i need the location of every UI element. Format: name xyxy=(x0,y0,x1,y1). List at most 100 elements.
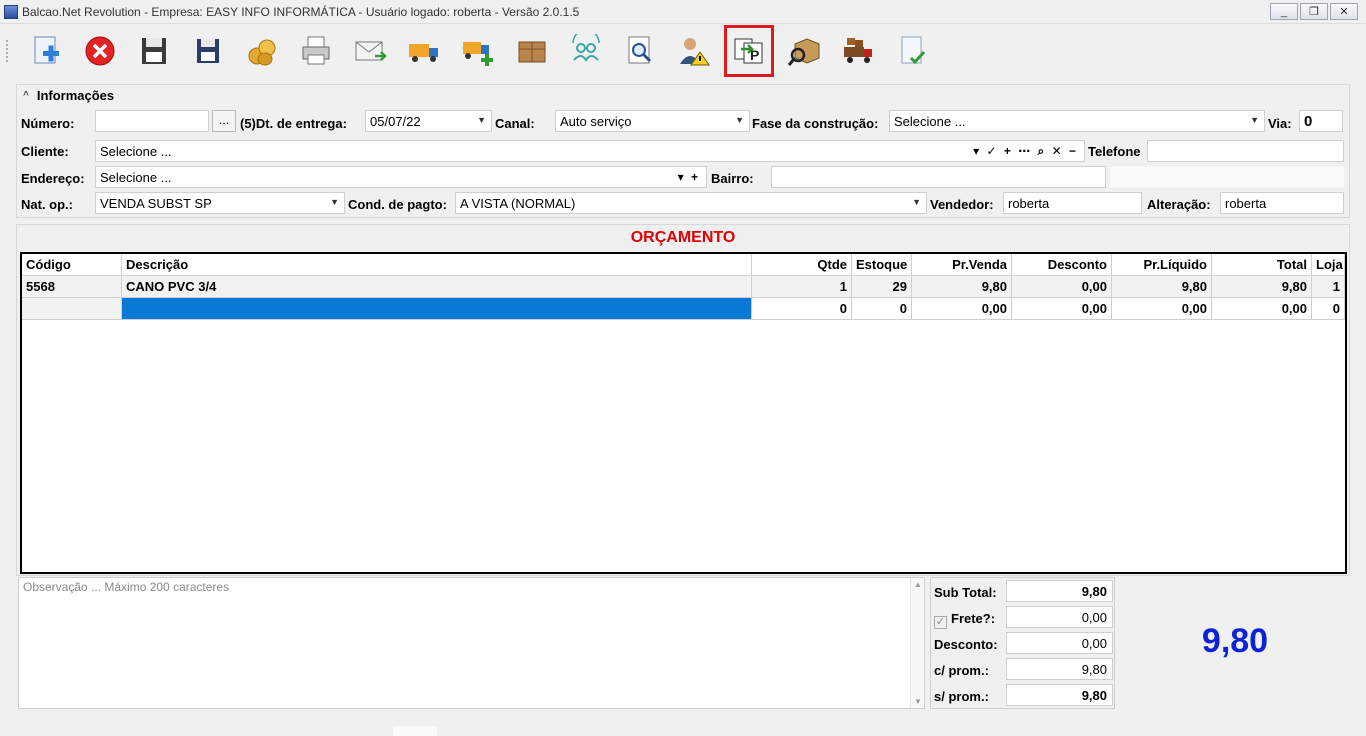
cell-prliquido[interactable]: 9,80 xyxy=(1112,276,1212,298)
chevron-down-icon[interactable]: ▼ xyxy=(477,115,486,125)
users-sync-button[interactable] xyxy=(562,27,610,75)
cell-qtde[interactable]: 1 xyxy=(752,276,852,298)
truck-add-button[interactable] xyxy=(454,27,502,75)
cell-codigo[interactable] xyxy=(22,298,122,320)
observacao-scrollbar[interactable]: ▲ ▼ xyxy=(910,578,924,708)
chevron-down-icon[interactable]: ▼ xyxy=(330,197,339,207)
boxes-button[interactable] xyxy=(508,27,556,75)
delivery-truck-button[interactable] xyxy=(834,27,882,75)
email-button[interactable] xyxy=(346,27,394,75)
via-input[interactable]: 0 xyxy=(1299,110,1343,132)
column-header-prvenda[interactable]: Pr.Venda xyxy=(912,254,1012,276)
document-search-button[interactable] xyxy=(616,27,664,75)
cprom-value: 9,80 xyxy=(1006,658,1113,680)
new-button[interactable] xyxy=(22,27,70,75)
cell-codigo[interactable]: 5568 xyxy=(22,276,122,298)
numero-label: Número: xyxy=(21,116,75,131)
cell-total[interactable]: 0,00 xyxy=(1212,298,1312,320)
scroll-up-icon[interactable]: ▲ xyxy=(914,580,922,589)
numero-input[interactable] xyxy=(95,110,209,132)
alteracao-input[interactable]: roberta xyxy=(1220,192,1344,214)
cell-descricao-editing[interactable] xyxy=(122,298,752,320)
endereco-action-icons[interactable]: ▾ + xyxy=(678,170,700,184)
status-bar xyxy=(0,716,1366,736)
natop-select[interactable]: VENDA SUBST SP ▼ xyxy=(95,192,345,214)
grand-total: 9,80 xyxy=(1201,622,1269,660)
table-row[interactable]: 0 0 0,00 0,00 0,00 0,00 0 xyxy=(22,298,1345,320)
cell-desconto[interactable]: 0,00 xyxy=(1012,298,1112,320)
cell-desconto[interactable]: 0,00 xyxy=(1012,276,1112,298)
numero-lookup-button[interactable]: ... xyxy=(212,110,236,132)
cell-total[interactable]: 9,80 xyxy=(1212,276,1312,298)
scroll-down-icon[interactable]: ▼ xyxy=(914,697,922,706)
minimize-button[interactable]: _ xyxy=(1270,3,1298,20)
cell-prliquido[interactable]: 0,00 xyxy=(1112,298,1212,320)
document-check-button[interactable] xyxy=(888,27,936,75)
maximize-button[interactable]: ❐ xyxy=(1300,3,1328,20)
via-label: Via: xyxy=(1268,116,1292,131)
table-row[interactable]: 5568 CANO PVC 3/4 1 29 9,80 0,00 9,80 9,… xyxy=(22,276,1345,298)
cancel-button[interactable] xyxy=(76,27,124,75)
cell-descricao[interactable]: CANO PVC 3/4 xyxy=(122,276,752,298)
items-grid[interactable]: Código Descrição Qtde Estoque Pr.Venda D… xyxy=(20,252,1347,574)
endereco-value: Selecione ... xyxy=(100,170,172,185)
chevron-up-icon[interactable]: ^ xyxy=(23,90,29,101)
package-search-icon xyxy=(787,38,820,66)
toolbar-grip[interactable] xyxy=(6,40,10,62)
cell-loja[interactable]: 0 xyxy=(1312,298,1345,320)
cliente-select[interactable]: Selecione ... ▾ ✓ + ⋯ ⌕ ✕ − xyxy=(95,140,1085,162)
save-button[interactable] xyxy=(130,27,178,75)
chevron-down-icon[interactable]: ▼ xyxy=(1250,115,1259,125)
info-panel: ^ Informações Número: ... (5)Dt. de entr… xyxy=(16,84,1350,218)
cell-prvenda[interactable]: 0,00 xyxy=(912,298,1012,320)
cprom-label: c/ prom.: xyxy=(934,663,989,678)
cliente-label: Cliente: xyxy=(21,144,69,159)
column-header-total[interactable]: Total xyxy=(1212,254,1312,276)
desconto-input[interactable]: 0,00 xyxy=(1006,632,1113,654)
column-header-estoque[interactable]: Estoque xyxy=(852,254,912,276)
chevron-down-icon[interactable]: ▼ xyxy=(912,197,921,207)
dt-entrega-input[interactable]: 05/07/22 ▼ xyxy=(365,110,492,132)
info-header[interactable]: ^ Informações xyxy=(23,88,114,103)
package-search-button[interactable] xyxy=(780,27,828,75)
column-header-loja[interactable]: Loja xyxy=(1312,254,1345,276)
telefone-label: Telefone xyxy=(1088,144,1141,159)
cell-prvenda[interactable]: 9,80 xyxy=(912,276,1012,298)
save-icon xyxy=(142,38,166,64)
document-transfer-button[interactable]: P xyxy=(724,25,774,77)
fase-select[interactable]: Selecione ... ▼ xyxy=(889,110,1265,132)
user-warning-icon xyxy=(680,38,710,66)
telefone-input[interactable] xyxy=(1147,140,1344,162)
print-button[interactable] xyxy=(292,27,340,75)
save-as-button[interactable] xyxy=(184,27,232,75)
frete-checkbox[interactable]: ✓ xyxy=(934,616,947,629)
canal-select[interactable]: Auto serviço ▼ xyxy=(555,110,750,132)
column-header-desconto[interactable]: Desconto xyxy=(1012,254,1112,276)
endereco-select[interactable]: Selecione ... ▾ + xyxy=(95,166,707,188)
bairro-input[interactable] xyxy=(771,166,1106,188)
truck-button[interactable] xyxy=(400,27,448,75)
vendedor-input[interactable]: roberta xyxy=(1003,192,1142,214)
column-header-qtde[interactable]: Qtde xyxy=(752,254,852,276)
chevron-down-icon[interactable]: ▼ xyxy=(735,115,744,125)
cliente-action-icons[interactable]: ▾ ✓ + ⋯ ⌕ ✕ − xyxy=(973,144,1078,159)
endereco-label: Endereço: xyxy=(21,171,85,186)
frete-label: Frete?: xyxy=(951,611,996,626)
cell-qtde[interactable]: 0 xyxy=(752,298,852,320)
cond-select[interactable]: A VISTA (NORMAL) ▼ xyxy=(455,192,927,214)
column-header-prliquido[interactable]: Pr.Líquido xyxy=(1112,254,1212,276)
email-icon xyxy=(355,41,387,61)
cell-loja[interactable]: 1 xyxy=(1312,276,1345,298)
users-sync-icon xyxy=(572,34,600,62)
user-warning-button[interactable] xyxy=(670,27,718,75)
frete-input[interactable]: 0,00 xyxy=(1006,606,1113,628)
observacao-textarea[interactable]: Observação ... Máximo 200 caracteres ▲ ▼ xyxy=(18,577,925,709)
window-controls: _ ❐ ✕ xyxy=(1270,3,1358,20)
cliente-value: Selecione ... xyxy=(100,144,172,159)
cell-estoque[interactable]: 0 xyxy=(852,298,912,320)
column-header-descricao[interactable]: Descrição xyxy=(122,254,752,276)
column-header-codigo[interactable]: Código xyxy=(22,254,122,276)
cell-estoque[interactable]: 29 xyxy=(852,276,912,298)
close-button[interactable]: ✕ xyxy=(1330,3,1358,20)
coins-button[interactable] xyxy=(238,27,286,75)
